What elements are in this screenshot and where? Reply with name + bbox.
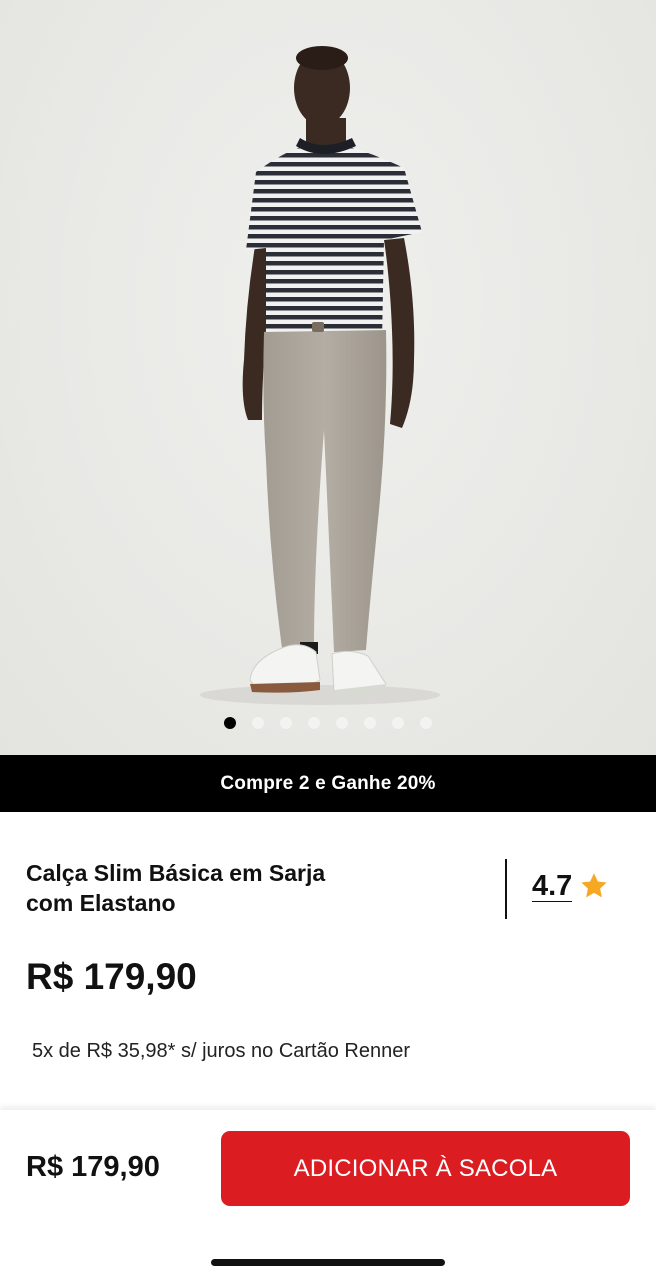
gallery-dot[interactable] xyxy=(392,717,404,729)
divider xyxy=(505,859,507,919)
product-rating[interactable]: 4.7 xyxy=(532,870,610,902)
installments-text: 5x de R$ 35,98* s/ juros no Cartão Renne… xyxy=(32,1040,410,1062)
gallery-dot[interactable] xyxy=(224,717,236,729)
gallery-pagination[interactable] xyxy=(224,716,432,730)
add-to-bag-button[interactable]: ADICIONAR À SACOLA xyxy=(221,1131,630,1206)
gallery-dot[interactable] xyxy=(280,717,292,729)
star-icon xyxy=(581,873,607,898)
product-image-gallery[interactable] xyxy=(0,0,656,755)
gallery-dot[interactable] xyxy=(420,717,432,729)
gallery-dot[interactable] xyxy=(252,717,264,729)
promo-banner[interactable]: Compre 2 e Ganhe 20% xyxy=(0,755,656,812)
gallery-dot[interactable] xyxy=(364,717,376,729)
bottom-price: R$ 179,90 xyxy=(26,1151,160,1183)
gallery-dot[interactable] xyxy=(336,717,348,729)
gallery-dot[interactable] xyxy=(308,717,320,729)
rating-value: 4.7 xyxy=(532,869,573,902)
product-price: R$ 179,90 xyxy=(26,956,197,997)
product-photo xyxy=(200,46,440,705)
product-title: Calça Slim Básica em Sarja com Elastano xyxy=(26,860,326,916)
home-indicator[interactable] xyxy=(211,1259,445,1266)
